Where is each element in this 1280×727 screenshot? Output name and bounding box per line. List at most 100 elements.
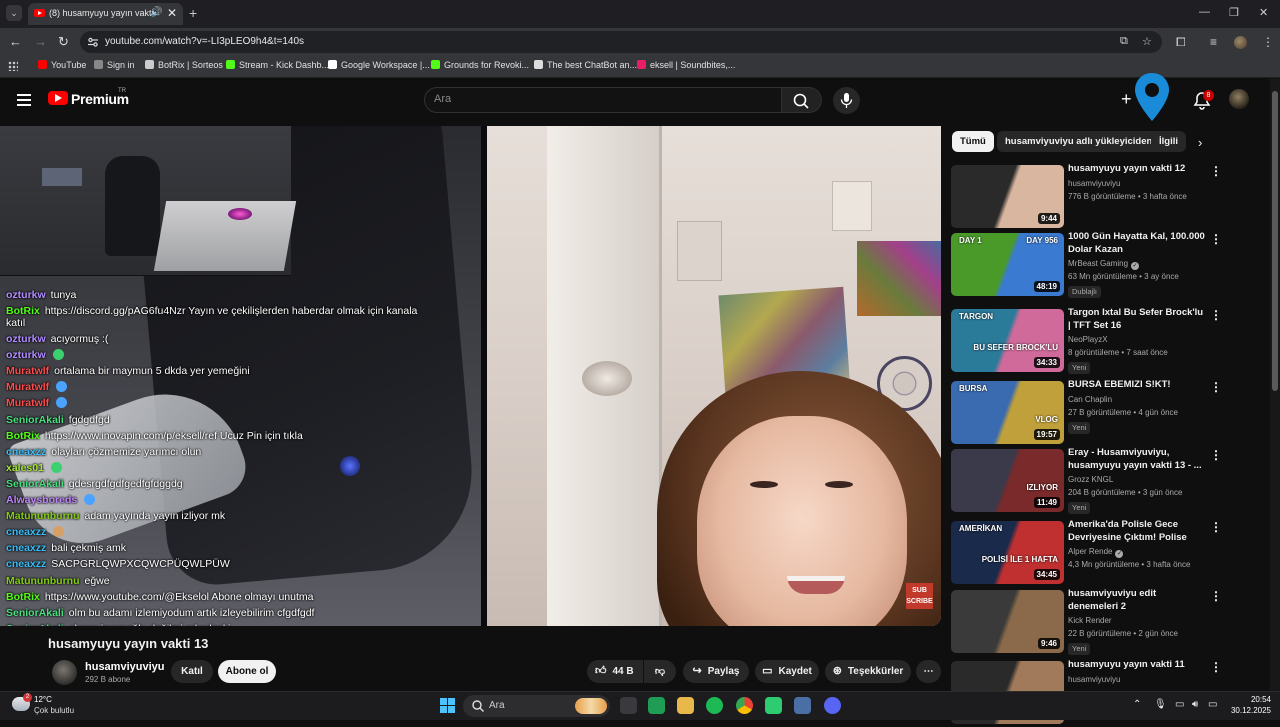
recommendation-item[interactable]: DAY 1 DAY 956 48:19 1000 Gün Hayatta Kal, 1…	[951, 231, 1251, 299]
join-button[interactable]: Katıl	[171, 660, 213, 683]
video-thumbnail[interactable]: BURSA VLOG 19:57	[951, 381, 1064, 444]
tab-search-menu-icon[interactable]: ⌄	[6, 5, 22, 21]
reading-list-icon[interactable]: ≡	[1210, 35, 1217, 49]
bookmark-item[interactable]: Stream - Kick Dashb...	[226, 60, 329, 74]
tab-audio-icon[interactable]: 🔊	[150, 7, 162, 18]
subscribe-button[interactable]: Abone ol	[218, 660, 276, 683]
recommendation-channel[interactable]: Grozz KNGL	[1068, 475, 1113, 484]
video-thumbnail[interactable]: 9:44	[951, 165, 1064, 228]
reload-button[interactable]: ↻	[58, 34, 69, 50]
recommendation-item[interactable]: 9:44 husamyuyu yayın vakti 12 husamviyuviy…	[951, 163, 1251, 231]
weather-temperature[interactable]: 12°C	[34, 695, 52, 704]
excel-app-icon[interactable]	[648, 697, 665, 714]
filter-chip[interactable]: husamviyuviyu adlı yükleyiciden	[997, 131, 1161, 152]
bookmark-item[interactable]: Grounds for Revoki...	[431, 60, 529, 74]
close-window-icon[interactable]: ✕	[1259, 6, 1268, 19]
recommendation-title[interactable]: Targon Ixtal Bu Sefer Brock'lu | TFT Set…	[1068, 307, 1208, 332]
windows-start-icon[interactable]	[440, 698, 456, 714]
recommendation-channel[interactable]: NeoPlayzX	[1068, 335, 1108, 344]
video-thumbnail[interactable]: TARGON BU SEFER BROCK'LU 34:33	[951, 309, 1064, 372]
tab-close-icon[interactable]: ✕	[167, 6, 177, 20]
subscribe-badge[interactable]: SUB SCRIBE	[906, 583, 933, 609]
android-app-icon[interactable]	[765, 697, 782, 714]
thanks-button[interactable]: ⊛ Teşekkürler	[825, 660, 911, 683]
save-button[interactable]: ▭ Kaydet	[755, 660, 819, 683]
scrollbar-thumb[interactable]	[1272, 91, 1278, 391]
recommendation-item[interactable]: BURSA VLOG 19:57 BURSA EBEMIZI S!KT! Can Cha…	[951, 379, 1251, 447]
bookmark-item[interactable]: The best ChatBot an...	[534, 60, 637, 74]
apps-grid-icon[interactable]	[8, 61, 18, 71]
voice-search-button[interactable]	[833, 87, 860, 114]
browser-profile-avatar[interactable]	[1234, 36, 1247, 49]
like-button[interactable]: 👍︎ 44 B	[587, 660, 643, 683]
spotify-app-icon[interactable]	[706, 697, 723, 714]
recommendation-channel[interactable]: Kick Render	[1068, 616, 1112, 625]
back-button[interactable]: ←	[9, 34, 22, 49]
search-box[interactable]	[424, 87, 782, 113]
taskbar-search[interactable]: Ara	[463, 695, 610, 717]
recommendation-item[interactable]: 9:46 husamviyuviyu edit denemeleri 2 Kick …	[951, 588, 1251, 656]
video-thumbnail[interactable]: 9:46	[951, 590, 1064, 653]
more-options-icon[interactable]: ⋮	[1210, 521, 1222, 533]
bookmark-item[interactable]: Sign in	[94, 60, 135, 74]
more-options-icon[interactable]: ⋮	[1210, 590, 1222, 602]
bookmark-item[interactable]: eksell | Soundbites,...	[637, 60, 735, 74]
url-text[interactable]: youtube.com/watch?v=-LI3pLEO9h4&t=140s	[105, 36, 304, 47]
display-tray-icon[interactable]: ▭	[1175, 699, 1184, 710]
volume-tray-icon[interactable]: 🔊︎	[1192, 699, 1198, 710]
more-options-icon[interactable]: ⋮	[1210, 661, 1222, 673]
recommendation-title[interactable]: BURSA EBEMIZI S!KT!	[1068, 379, 1208, 392]
clock-time[interactable]: 20:54	[1238, 695, 1271, 704]
account-avatar[interactable]	[1229, 89, 1249, 109]
recommendation-item[interactable]: IZLIYOR 11:49 Eray - Husamviyuviyu, husamy…	[951, 447, 1251, 515]
more-options-icon[interactable]: ⋮	[1210, 165, 1222, 177]
more-actions-button[interactable]: ⋯	[916, 660, 941, 683]
show-hidden-icons[interactable]: ⌃	[1133, 699, 1141, 710]
video-thumbnail[interactable]: IZLIYOR 11:49	[951, 449, 1064, 512]
search-button[interactable]	[782, 87, 822, 113]
bookmark-item[interactable]: Google Workspace |...	[328, 60, 430, 74]
search-input[interactable]	[434, 93, 764, 105]
channel-name[interactable]: husamviyuviyu	[85, 661, 164, 673]
video-thumbnail[interactable]: DAY 1 DAY 956 48:19	[951, 233, 1064, 296]
menu-icon[interactable]	[17, 94, 31, 106]
more-options-icon[interactable]: ⋮	[1210, 449, 1222, 461]
recommendation-channel[interactable]: husamviyuviyu	[1068, 179, 1120, 188]
site-info-icon[interactable]	[87, 36, 99, 48]
network-app-icon[interactable]	[794, 697, 811, 714]
video-player[interactable]: ozturkw tunya BotRix https://discord.gg/pAG…	[0, 126, 941, 626]
filter-chip[interactable]: İlgili	[1151, 131, 1186, 152]
restore-icon[interactable]: ❐	[1229, 6, 1239, 19]
bookmark-star-icon[interactable]: ☆	[1142, 35, 1152, 48]
browser-menu-icon[interactable]: ⋮	[1262, 35, 1274, 49]
recommendation-title[interactable]: husamyuyu yayın vakti 12	[1068, 163, 1208, 176]
dislike-button[interactable]: 👎︎	[644, 660, 676, 683]
recommendation-channel[interactable]: Can Chaplin	[1068, 395, 1112, 404]
microphone-tray-icon[interactable]: 🎙︎	[1154, 699, 1167, 710]
more-options-icon[interactable]: ⋮	[1210, 309, 1222, 321]
bookmark-item[interactable]: YouTube	[38, 60, 86, 74]
clock-date[interactable]: 30.12.2025	[1226, 706, 1271, 715]
bookmark-item[interactable]: BotRix | Sorteos	[145, 60, 223, 74]
recommendation-item[interactable]: TARGON BU SEFER BROCK'LU 34:33 Targon Ixtal…	[951, 307, 1251, 375]
battery-tray-icon[interactable]: ▭	[1208, 699, 1217, 710]
more-options-icon[interactable]: ⋮	[1210, 233, 1222, 245]
video-thumbnail[interactable]: AMERİKAN POLİSİ İLE 1 HAFTA 34:45	[951, 521, 1064, 584]
share-button[interactable]: ↪ Paylaş	[683, 660, 749, 683]
youtube-logo-icon[interactable]	[48, 91, 68, 105]
task-view-icon[interactable]	[620, 697, 637, 714]
more-options-icon[interactable]: ⋮	[1210, 381, 1222, 393]
recommendation-channel[interactable]: Alper Rende ✓	[1068, 547, 1124, 558]
omnibox[interactable]: youtube.com/watch?v=-LI3pLEO9h4&t=140s ⧉…	[80, 31, 1162, 53]
recommendation-item[interactable]: AMERİKAN POLİSİ İLE 1 HAFTA 34:45 Amerika'd…	[951, 519, 1251, 587]
filter-chip[interactable]: Tümü	[952, 131, 994, 152]
weather-description[interactable]: Çok bulutlu	[34, 706, 74, 715]
minimize-icon[interactable]: —	[1199, 6, 1210, 18]
discord-app-icon[interactable]	[824, 697, 841, 714]
chips-next-icon[interactable]: ›	[1198, 135, 1202, 150]
page-scrollbar[interactable]	[1270, 79, 1280, 691]
recommendation-channel[interactable]: MrBeast Gaming ✓	[1068, 259, 1140, 270]
recommendation-title[interactable]: husamyuyu yayın vakti 11	[1068, 659, 1208, 672]
new-tab-button[interactable]: +	[189, 5, 197, 21]
recommendation-title[interactable]: husamviyuviyu edit denemeleri 2	[1068, 588, 1208, 613]
